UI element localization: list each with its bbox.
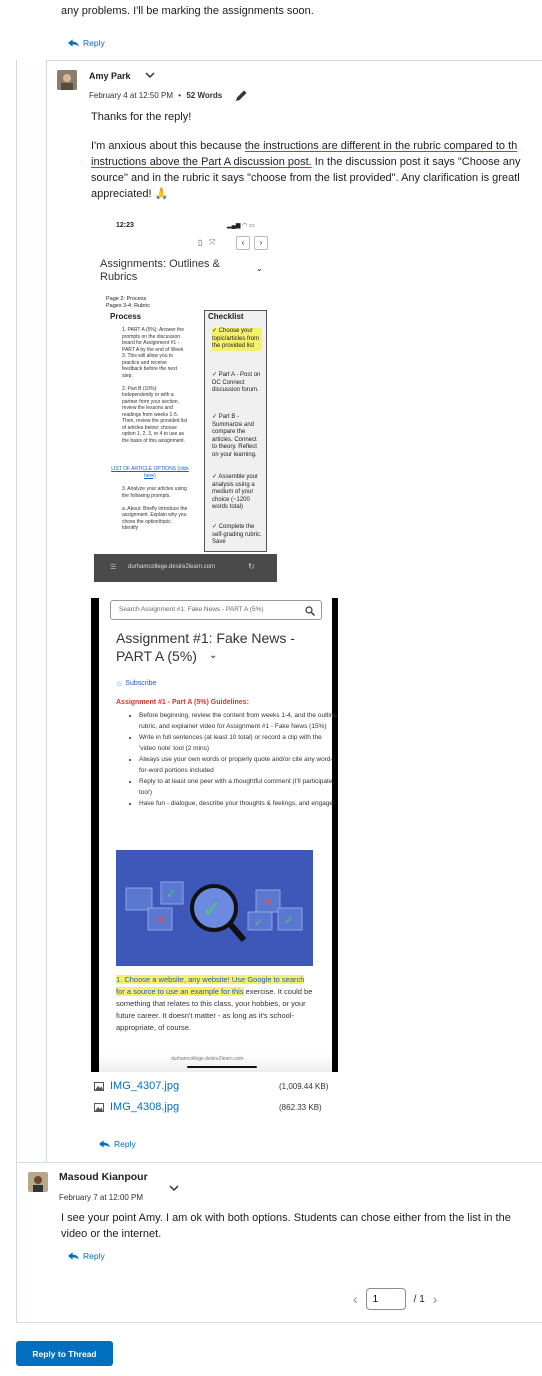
star-icon: ☆ [116, 681, 123, 688]
attachment-name[interactable]: IMG_4308.jpg [110, 1101, 179, 1113]
reply-icon [99, 1140, 110, 1148]
svg-text:✓: ✓ [254, 916, 263, 929]
divider [16, 1162, 542, 1163]
chevron-down-icon: ⌄ [256, 264, 263, 273]
guideline-item: Write in full sentences (at least 10 tot… [139, 732, 338, 754]
reply-label: Reply [83, 1251, 105, 1261]
attachment-size: (862.33 KB) [279, 1102, 322, 1112]
author-name[interactable]: Masoud Kianpour [59, 1171, 148, 1183]
checklist-header: Checklist [208, 312, 244, 321]
divider [16, 1322, 542, 1323]
reply-to-thread-button[interactable]: Reply to Thread [16, 1341, 113, 1366]
pagination: ‹ / 1 › [353, 1288, 437, 1310]
prev-arrow-icon: ‹ [236, 236, 250, 250]
para-line-4: appreciated! 🙏 [91, 188, 169, 200]
process-text-2: 3. Analyze your articles using the follo… [122, 486, 188, 531]
reply-icon [68, 39, 79, 47]
chevron-down-icon[interactable] [169, 1179, 179, 1197]
attachment-name[interactable]: IMG_4307.jpg [110, 1080, 179, 1092]
attachment-item[interactable]: IMG_4307.jpg (1,009.44 KB) [94, 1080, 328, 1092]
para-line-2: instructions above the Part A discussion… [91, 156, 521, 168]
reply-link[interactable]: Reply [68, 1251, 105, 1261]
para-line-1: I'm anxious about this because the instr… [91, 140, 518, 152]
phone-time: 12:23 [116, 222, 134, 229]
shot2-search: Search Assignment #1: Fake News - PART A… [110, 600, 322, 620]
svg-text:✓: ✓ [166, 887, 176, 901]
attachment-item[interactable]: IMG_4308.jpg (862.33 KB) [94, 1101, 322, 1113]
post-date: February 7 at 12:00 PM [59, 1193, 144, 1202]
shot2-url: durhamcollege.desire2learn.com [171, 1056, 244, 1062]
page-number-input[interactable] [365, 1288, 406, 1310]
home-indicator [187, 1066, 257, 1068]
shot2-search-text: Search Assignment #1: Fake News - PART A… [119, 606, 264, 613]
attachment-size: (1,009.44 KB) [279, 1081, 329, 1091]
pages-info: Page 2: Process Pages 3-4: Rubric [106, 296, 151, 309]
shot2-title: Assignment #1: Fake News - PART A (5%) [116, 630, 295, 664]
chevron-left-icon[interactable]: ‹ [353, 1291, 358, 1307]
process-text: 1. PART A (5%): Answer the prompts on th… [122, 327, 188, 444]
illustration-image: ✕ ✓ ✓ ✕ ✓ ✓ [116, 850, 313, 966]
svg-text:✕: ✕ [263, 895, 273, 909]
reply-label: Reply [83, 38, 105, 48]
guidelines-heading: Assignment #1 - Part A (5%) Guidelines: [116, 699, 249, 706]
page-total: / 1 [413, 1293, 425, 1305]
edit-pencil-icon[interactable] [234, 89, 248, 108]
status-icons: ▂▄▆ ◠ ▭ [227, 223, 255, 229]
post-body: I see your point Amy. I am ok with both … [61, 1212, 511, 1240]
reload-icon: ↻ [248, 562, 255, 571]
divider [46, 60, 542, 61]
reply-label: Reply [114, 1139, 136, 1149]
reply-icon [68, 1252, 79, 1260]
checklist-item-1: ✓ Choose your topic/articles from the pr… [212, 328, 262, 351]
svg-text:✕: ✕ [156, 913, 166, 927]
chevron-right-icon[interactable]: › [433, 1291, 438, 1307]
toolbar-icons: ▯ ⤧ [198, 238, 216, 247]
guideline-item: Before beginning, review the content fro… [139, 710, 338, 732]
image-icon [94, 1102, 104, 1112]
thread-border-left [16, 60, 17, 1322]
guideline-item: Have fun - dialogue, describe your thoug… [139, 798, 338, 809]
shot1-title: Assignments: Outlines & Rubrics [100, 258, 220, 283]
subscribe-link: ☆ Subscribe [116, 680, 157, 688]
article-options-link: LIST OF ARTICLE OPTIONS (click here) [111, 466, 189, 479]
process-header: Process [110, 312, 142, 321]
checklist-item-3: ✓ Part B - Summarize and compare the art… [212, 414, 257, 458]
embedded-screenshot-2[interactable]: Search Assignment #1: Fake News - PART A… [91, 598, 338, 1072]
author-name[interactable]: Amy Park [89, 71, 131, 81]
post-meta: February 4 at 12:50 PM • 52 Words [89, 91, 223, 100]
avatar-amy[interactable] [57, 70, 77, 90]
menu-icon: ☰ [110, 564, 117, 571]
post-paragraph: I'm anxious about this because the instr… [91, 138, 542, 202]
checklist-item-2: ✓ Part A - Post on DC Connect discussion… [212, 372, 261, 393]
chevron-down-icon: ⌄ [209, 650, 218, 661]
step-1-text: 1. Choose a website, any website! Use Go… [116, 975, 313, 1032]
reply-border-left [46, 60, 47, 1162]
next-arrow-icon: › [254, 236, 268, 250]
word-count: 52 Words [186, 91, 223, 100]
checklist-item-4: ✓ Assemble your analysis using a medium … [212, 474, 259, 510]
post-date: February 4 at 12:50 PM [89, 91, 174, 100]
guideline-item: Reply to at least one peer with a though… [139, 776, 338, 798]
image-icon [94, 1081, 104, 1091]
shot2-browser-bar: durhamcollege.desire2learn.com [99, 1054, 332, 1072]
browser-bar: ☰ durhamcollege.desire2learn.com ↻ [94, 554, 277, 582]
url-text: durhamcollege.desire2learn.com [128, 564, 216, 570]
svg-text:✓: ✓ [284, 913, 294, 927]
search-icon [305, 603, 315, 621]
checklist-item-5: ✓ Complete the self-grading rubric. Save [212, 524, 262, 545]
chevron-down-icon[interactable] [145, 71, 155, 82]
guideline-item: Always use your own words or properly qu… [139, 754, 338, 776]
guidelines-list: Before beginning, review the content fro… [117, 710, 338, 809]
post-greeting: Thanks for the reply! [91, 111, 192, 123]
reply-link[interactable]: Reply [99, 1139, 136, 1149]
embedded-screenshot-1[interactable]: 12:23 ▂▄▆ ◠ ▭ ▯ ⤧ ‹ › Assignments: Outli… [94, 214, 277, 582]
avatar-masoud[interactable] [28, 1172, 48, 1192]
previous-post-text: any problems. I'll be marking the assign… [61, 5, 314, 17]
reply-link[interactable]: Reply [68, 38, 105, 48]
para-line-3: source" and in the rubric it says "choos… [91, 172, 520, 184]
svg-text:✓: ✓ [202, 895, 222, 923]
